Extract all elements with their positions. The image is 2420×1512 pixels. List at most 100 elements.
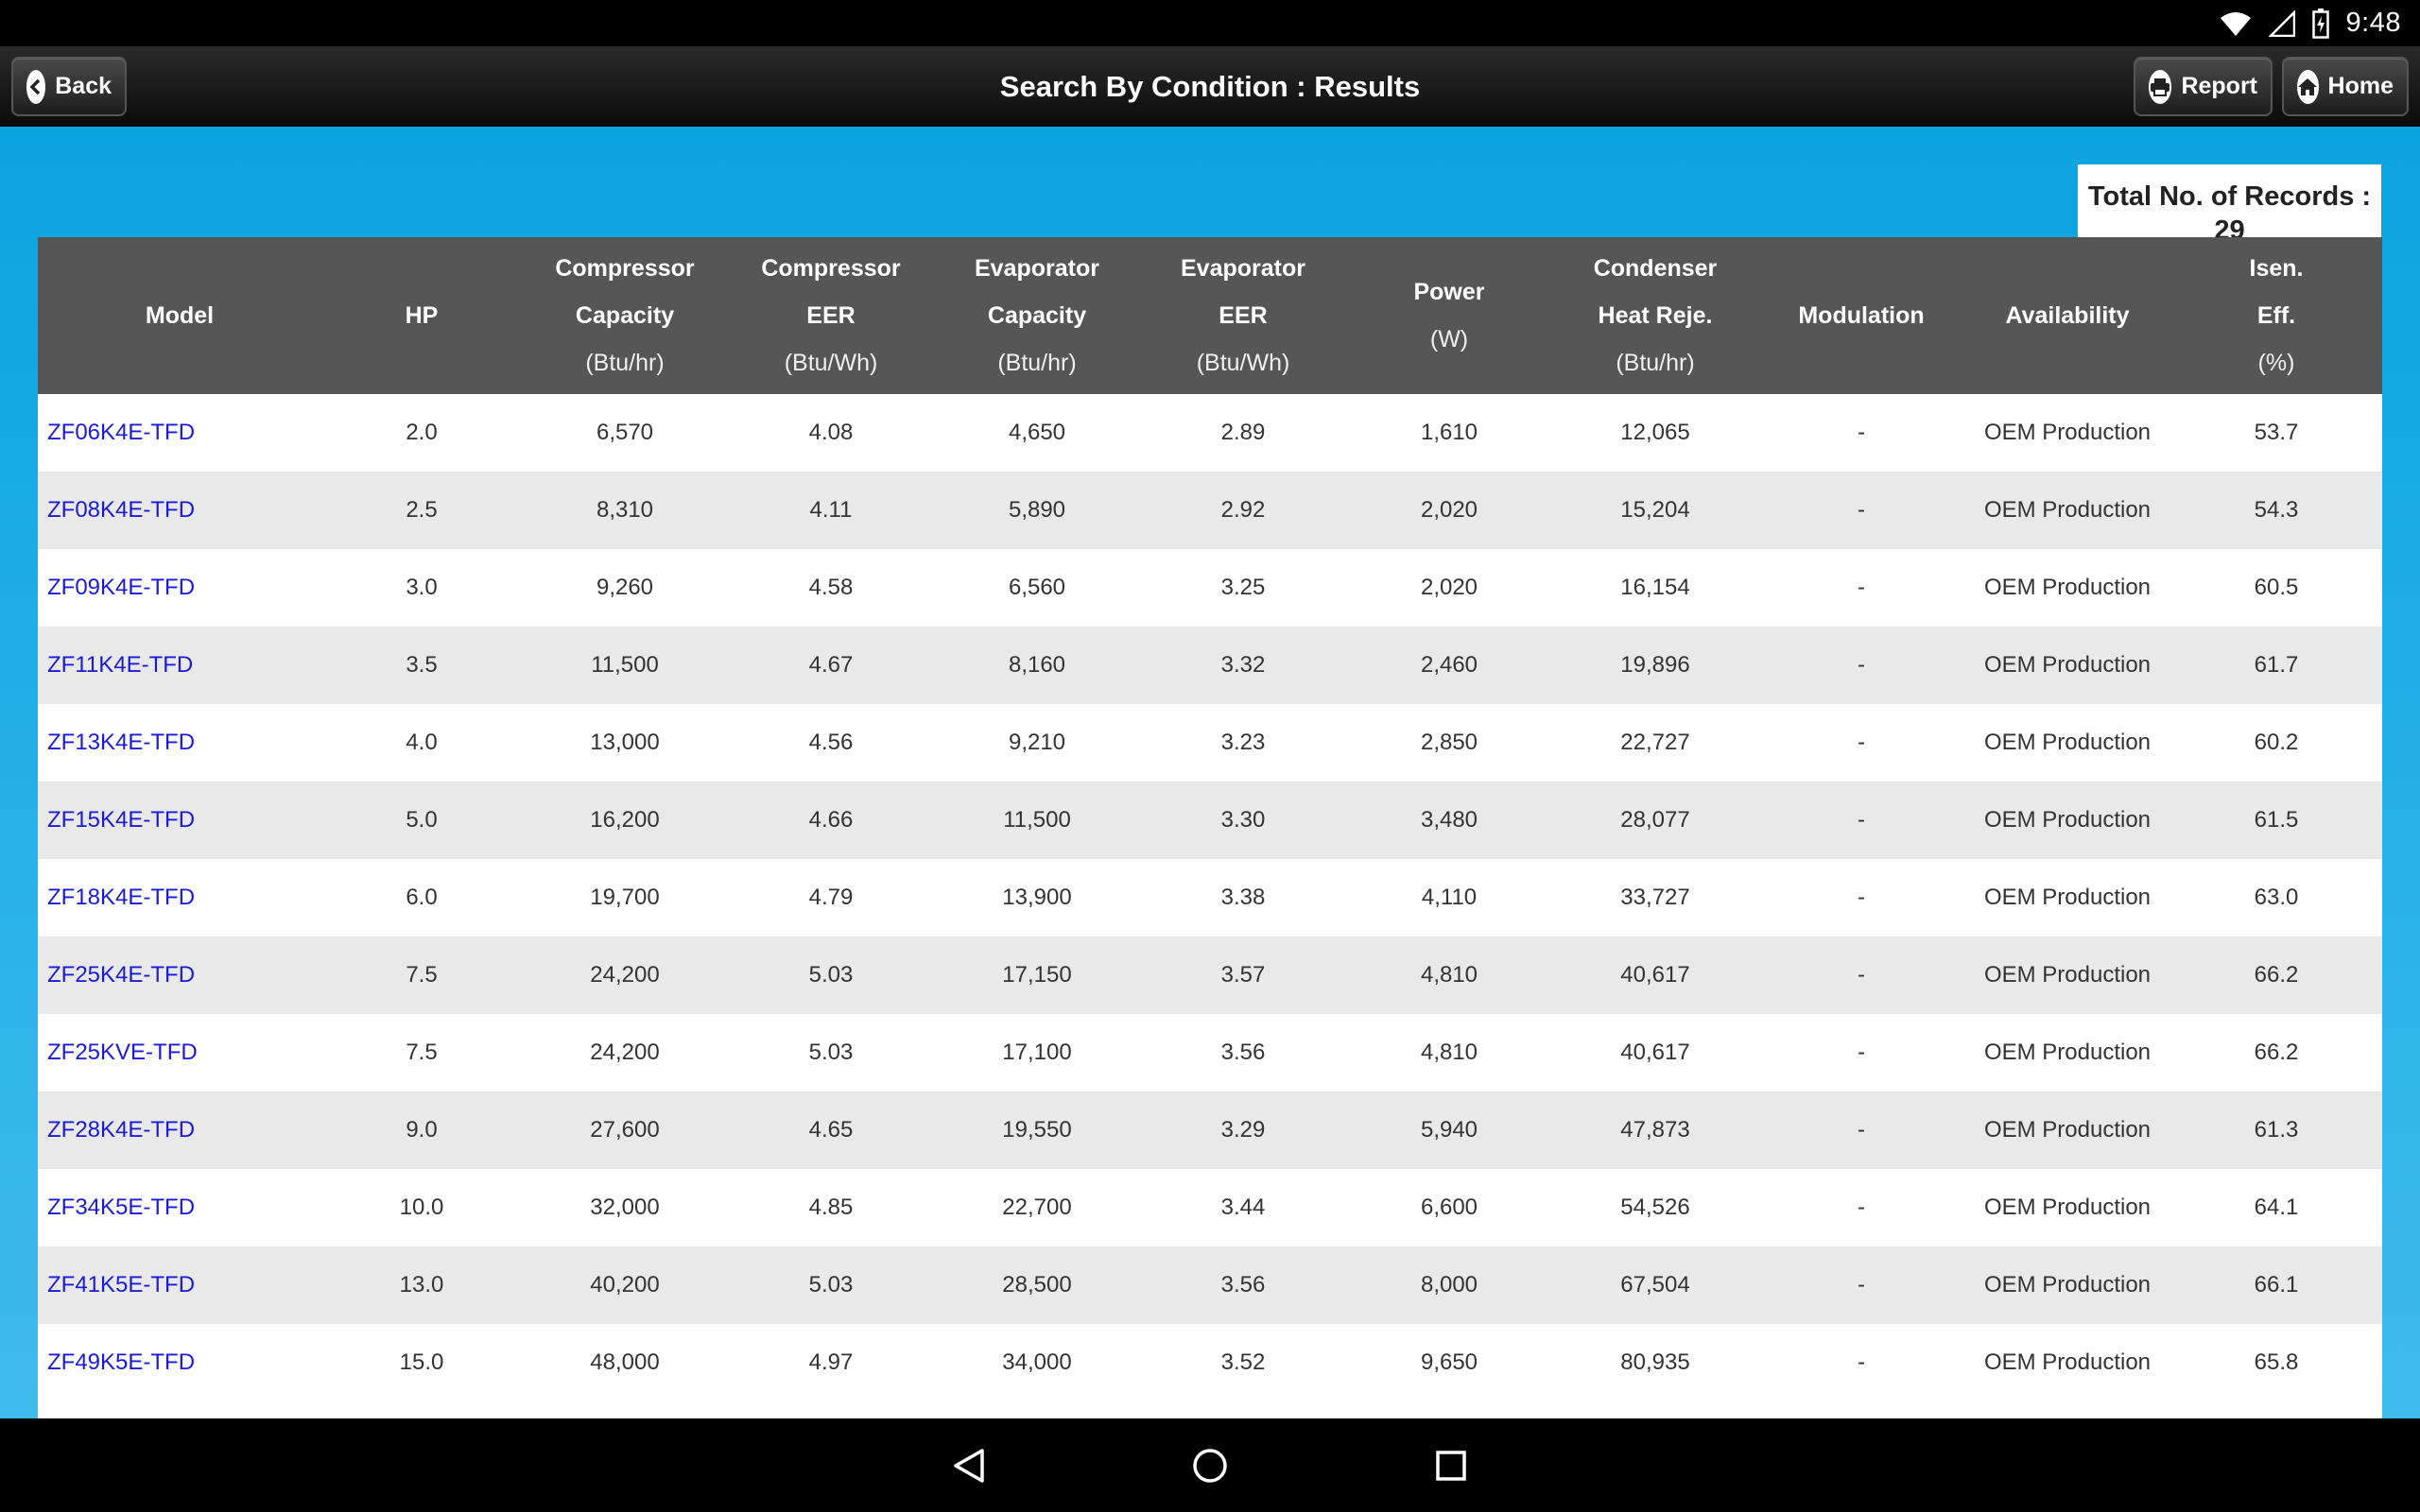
model-link[interactable]: ZF15K4E-TFD xyxy=(38,782,321,859)
table-cell: 5,940 xyxy=(1420,1117,1478,1143)
table-row[interactable]: ZF41K5E-TFD 13.0 40,200 5.03 28,500 3.56 8,000… xyxy=(38,1246,2382,1324)
table-cell: OEM Production xyxy=(1983,497,2152,523)
nav-back-button[interactable] xyxy=(922,1418,1016,1512)
nav-home-icon xyxy=(1193,1448,1227,1483)
table-cell: 9,650 xyxy=(1420,1349,1478,1375)
table-cell: 66.1 xyxy=(2254,1272,2299,1297)
table-cell: 4.56 xyxy=(808,730,854,755)
model-link[interactable]: ZF28K4E-TFD xyxy=(38,1091,321,1169)
table-cell: 48,000 xyxy=(590,1349,660,1375)
table-cell: 8,000 xyxy=(1420,1272,1478,1297)
model-link[interactable]: ZF25KVE-TFD xyxy=(38,1014,321,1091)
table-cell: OEM Production xyxy=(1983,420,2152,445)
back-arrow-icon xyxy=(26,69,46,104)
table-cell: 3.38 xyxy=(1220,885,1266,910)
table-cell: 28,500 xyxy=(1002,1272,1072,1297)
table-cell: 2,020 xyxy=(1420,575,1478,600)
table-cell: - xyxy=(1858,962,1865,988)
table-row[interactable]: ZF15K4E-TFD 5.0 16,200 4.66 11,500 3.30 3,480 2… xyxy=(38,782,2382,859)
home-button-label: Home xyxy=(2327,73,2394,99)
model-link[interactable]: ZF34K5E-TFD xyxy=(38,1169,321,1246)
table-cell: 2.0 xyxy=(406,420,438,445)
back-button-label: Back xyxy=(55,73,112,99)
table-cell: - xyxy=(1858,652,1865,678)
table-row[interactable]: ZF34K5E-TFD 10.0 32,000 4.85 22,700 3.44 6,600… xyxy=(38,1169,2382,1246)
table-cell: 4.11 xyxy=(809,497,853,523)
status-bar: 9:48 xyxy=(0,0,2420,46)
table-cell: 4.58 xyxy=(808,575,854,600)
report-button-label: Report xyxy=(2181,73,2257,99)
table-row[interactable]: ZF49K5E-TFD 15.0 48,000 4.97 34,000 3.52 9,650… xyxy=(38,1324,2382,1401)
table-row[interactable]: ZF08K4E-TFD 2.5 8,310 4.11 5,890 2.92 2,020 15,… xyxy=(38,472,2382,549)
battery-charging-icon xyxy=(2311,8,2329,39)
table-cell: 16,154 xyxy=(1620,575,1690,600)
table-cell: 4.66 xyxy=(808,807,854,833)
page-title: Search By Condition : Results xyxy=(999,69,1421,103)
table-cell: 22,700 xyxy=(1002,1194,1072,1220)
table-cell: 67,504 xyxy=(1620,1272,1690,1297)
table-cell: 34,000 xyxy=(1002,1349,1072,1375)
results-table-container[interactable]: Model HP Compressor Capacity (Btu/hr) Comp… xyxy=(38,237,2382,1498)
table-cell: 24,200 xyxy=(590,962,660,988)
home-button[interactable]: Home xyxy=(2282,57,2409,116)
table-cell: 60.5 xyxy=(2254,575,2299,600)
table-cell: 11,500 xyxy=(591,652,659,678)
model-link[interactable]: ZF18K4E-TFD xyxy=(38,859,321,936)
total-records-label: Total No. of Records : xyxy=(2087,181,2372,212)
table-cell: 24,200 xyxy=(590,1040,660,1065)
table-cell: 66.2 xyxy=(2254,962,2299,988)
table-row[interactable]: ZF13K4E-TFD 4.0 13,000 4.56 9,210 3.23 2,850 22… xyxy=(38,704,2382,782)
model-link[interactable]: ZF06K4E-TFD xyxy=(38,394,321,472)
table-row[interactable]: ZF28K4E-TFD 9.0 27,600 4.65 19,550 3.29 5,940 4… xyxy=(38,1091,2382,1169)
table-cell: 5.03 xyxy=(808,1272,854,1297)
report-button[interactable]: Report xyxy=(2134,57,2273,116)
model-link[interactable]: ZF09K4E-TFD xyxy=(38,549,321,627)
table-cell: - xyxy=(1858,1194,1865,1220)
table-cell: 4,650 xyxy=(1008,420,1066,445)
table-cell: 4.67 xyxy=(808,652,854,678)
table-row[interactable]: ZF25KVE-TFD 7.5 24,200 5.03 17,100 3.56 4,810 4… xyxy=(38,1014,2382,1091)
table-row[interactable]: ZF18K4E-TFD 6.0 19,700 4.79 13,900 3.38 4,110 3… xyxy=(38,859,2382,936)
table-row[interactable]: ZF11K4E-TFD 3.5 11,500 4.67 8,160 3.32 2,460 19… xyxy=(38,627,2382,704)
table-cell: - xyxy=(1858,1349,1865,1375)
table-cell: OEM Production xyxy=(1983,807,2152,833)
nav-recents-button[interactable] xyxy=(1404,1418,1498,1512)
total-records-box: Total No. of Records : 29 xyxy=(2078,164,2381,238)
action-bar: Search By Condition : Results Back Repor… xyxy=(0,46,2420,127)
table-cell: 7.5 xyxy=(406,962,438,988)
nav-home-button[interactable] xyxy=(1163,1418,1257,1512)
table-cell: 3.52 xyxy=(1220,1349,1266,1375)
table-row[interactable]: ZF09K4E-TFD 3.0 9,260 4.58 6,560 3.25 2,020 16,… xyxy=(38,549,2382,627)
table-cell: - xyxy=(1858,885,1865,910)
table-cell: 3.56 xyxy=(1220,1272,1266,1297)
table-cell: OEM Production xyxy=(1983,962,2152,988)
table-cell: OEM Production xyxy=(1983,652,2152,678)
table-cell: 3.25 xyxy=(1220,575,1266,600)
table-cell: 66.2 xyxy=(2254,1040,2299,1065)
table-cell: OEM Production xyxy=(1983,1117,2152,1143)
model-link[interactable]: ZF41K5E-TFD xyxy=(38,1246,321,1324)
table-row[interactable]: ZF25K4E-TFD 7.5 24,200 5.03 17,150 3.57 4,810 4… xyxy=(38,936,2382,1014)
model-link[interactable]: ZF11K4E-TFD xyxy=(38,627,321,704)
table-cell: 13,900 xyxy=(1002,885,1072,910)
results-table: Model HP Compressor Capacity (Btu/hr) Comp… xyxy=(38,237,2382,1401)
table-cell: 9,260 xyxy=(596,575,654,600)
table-cell: 4,810 xyxy=(1420,1040,1478,1065)
table-row[interactable]: ZF06K4E-TFD 2.0 6,570 4.08 4,650 2.89 1,610 12,… xyxy=(38,394,2382,472)
table-cell: 4.08 xyxy=(808,420,854,445)
navigation-bar xyxy=(0,1418,2420,1512)
table-cell: 13.0 xyxy=(399,1272,444,1297)
model-link[interactable]: ZF25K4E-TFD xyxy=(38,936,321,1014)
table-cell: 3.29 xyxy=(1220,1117,1266,1143)
table-cell: 17,100 xyxy=(1002,1040,1072,1065)
table-cell: 19,550 xyxy=(1002,1117,1072,1143)
model-link[interactable]: ZF13K4E-TFD xyxy=(38,704,321,782)
table-cell: - xyxy=(1858,1117,1865,1143)
back-button[interactable]: Back xyxy=(11,57,127,116)
header-availability: Availability xyxy=(2005,302,2130,329)
model-link[interactable]: ZF49K5E-TFD xyxy=(38,1324,321,1401)
table-cell: 4.65 xyxy=(808,1117,854,1143)
model-link[interactable]: ZF08K4E-TFD xyxy=(38,472,321,549)
table-cell: 6,570 xyxy=(596,420,654,445)
table-cell: 6,560 xyxy=(1008,575,1066,600)
